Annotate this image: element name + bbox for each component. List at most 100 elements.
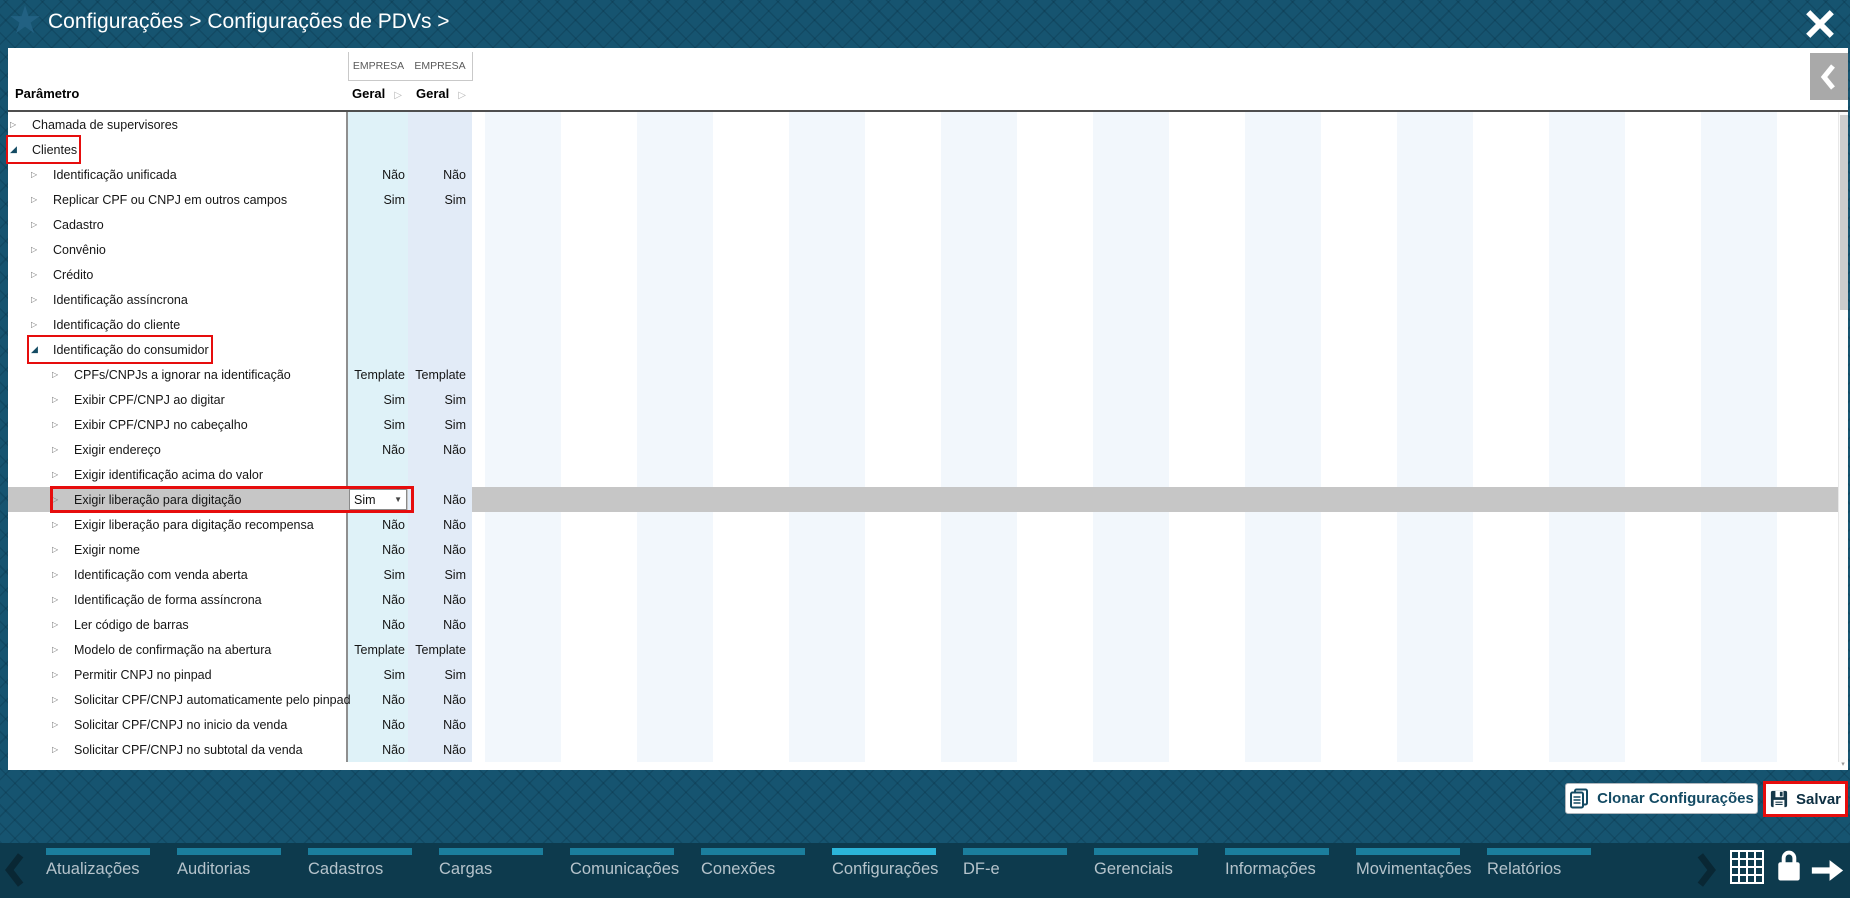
nav-item-gerenciais[interactable]: Gerenciais [1094,848,1198,879]
nav-item-relat-rios[interactable]: Relatórios [1487,848,1591,879]
tree-collapsed-icon[interactable]: ▷ [52,495,64,504]
tree-row[interactable]: ▷ Crédito [8,262,1848,287]
close-icon[interactable] [1806,10,1834,38]
tree-collapsed-icon[interactable]: ▷ [52,620,64,629]
nav-scroll-right-icon[interactable] [1695,853,1717,887]
exit-arrow-icon[interactable] [1810,858,1846,883]
value-cell-2[interactable]: Não [408,512,469,537]
value-cell-1[interactable]: Não [348,687,405,712]
nav-item-atualiza-es[interactable]: Atualizações [46,848,150,879]
tree-row[interactable]: ▷ Exigir nome Não Não [8,537,1848,562]
scrollbar-thumb[interactable] [1840,115,1848,310]
value-dropdown[interactable]: Sim ▼ [349,489,407,510]
nav-item-conex-es[interactable]: Conexões [701,848,805,879]
value-cell-2[interactable]: Sim [408,562,469,587]
tree-collapsed-icon[interactable]: ▷ [31,245,43,254]
value-cell-2[interactable]: Não [408,612,469,637]
value-cell-2[interactable]: Sim [408,412,469,437]
value-cell-2[interactable]: Não [408,687,469,712]
nav-item-cadastros[interactable]: Cadastros [308,848,412,879]
value-cell-1[interactable]: Sim [348,387,405,412]
value-cell-1[interactable]: Sim [348,662,405,687]
tree-row[interactable]: ▷ Identificação de forma assíncrona Não Não [8,587,1848,612]
tree-row[interactable]: ▷ Cadastro [8,212,1848,237]
nav-item-informa-es[interactable]: Informações [1225,848,1329,879]
tree-collapsed-icon[interactable]: ▷ [52,570,64,579]
nav-item-comunica-es[interactable]: Comunicações [570,848,679,879]
tree-collapsed-icon[interactable]: ▷ [31,220,43,229]
tree-collapsed-icon[interactable]: ▷ [52,370,64,379]
tree-collapsed-icon[interactable]: ▷ [31,295,43,304]
tree-row[interactable]: ▷ Permitir CNPJ no pinpad Sim Sim [8,662,1848,687]
geral-column-header[interactable]: Geral ▷ [352,86,402,101]
tree-row[interactable]: ▷ Identificação com venda aberta Sim Sim [8,562,1848,587]
value-cell-1[interactable]: Sim [348,562,405,587]
tree-row[interactable]: ◢ Clientes [5,135,1848,164]
tree-row[interactable]: ▷ Identificação assíncrona [8,287,1848,312]
nav-item-df-e[interactable]: DF-e [963,848,1067,879]
tree-row[interactable]: ▷ Replicar CPF ou CNPJ em outros campos Si… [8,187,1848,212]
tree-collapsed-icon[interactable]: ▷ [52,520,64,529]
tree-row[interactable]: ▷ Solicitar CPF/CNPJ automaticamente pelo… [8,687,1848,712]
value-cell-2[interactable]: Template [408,362,469,387]
tree-row[interactable]: ▷ Ler código de barras Não Não [8,612,1848,637]
collapse-panel-button[interactable] [1810,53,1848,100]
value-cell-2[interactable]: Não [408,487,472,512]
tree-expanded-icon[interactable]: ◢ [10,145,22,154]
nav-scroll-left-icon[interactable] [4,853,26,887]
tree-collapsed-icon[interactable]: ▷ [52,670,64,679]
value-cell-1[interactable]: Não [348,512,405,537]
geral-column-header[interactable]: Geral ▷ [416,86,466,101]
nav-item-configura-es[interactable]: Configurações [832,848,938,879]
tree-row[interactable]: ◢ Identificação do consumidor [8,335,1848,364]
nav-item-auditorias[interactable]: Auditorias [177,848,281,879]
value-cell-2[interactable]: Não [408,437,469,462]
tree-collapsed-icon[interactable]: ▷ [52,695,64,704]
value-cell-1[interactable]: Template [348,637,405,662]
tree-row[interactable]: ▷ Exigir endereço Não Não [8,437,1848,462]
tree-row[interactable]: ▷ Modelo de confirmação na abertura Templa… [8,637,1848,662]
tree-collapsed-icon[interactable]: ▷ [31,195,43,204]
lock-icon[interactable] [1774,849,1804,883]
tree-row[interactable]: ▷ Chamada de supervisores [8,112,1848,137]
tree-collapsed-icon[interactable]: ▷ [52,545,64,554]
value-cell-1[interactable]: Sim [348,187,405,212]
tree-collapsed-icon[interactable]: ▷ [31,170,43,179]
tree-collapsed-icon[interactable]: ▷ [10,120,22,129]
nav-item-movimenta-es[interactable]: Movimentações [1356,848,1472,879]
tree-row[interactable]: ▷ Exibir CPF/CNPJ ao digitar Sim Sim [8,387,1848,412]
tree-collapsed-icon[interactable]: ▷ [31,270,43,279]
value-cell-1[interactable]: Template [348,362,405,387]
value-cell-1[interactable]: Não [348,612,405,637]
tree-row[interactable]: ▷ Exigir identificação acima do valor [8,462,1848,487]
tree-collapsed-icon[interactable]: ▷ [52,645,64,654]
tree-collapsed-icon[interactable]: ▷ [52,745,64,754]
value-cell-1[interactable]: Não [348,437,405,462]
value-cell-2[interactable]: Não [408,737,469,762]
value-cell-1[interactable]: Não [348,537,405,562]
tree-row[interactable]: ▷ CPFs/CNPJs a ignorar na identificação Te… [8,362,1848,387]
tree-row[interactable]: ▷ Exigir liberação para digitação recompe… [8,512,1848,537]
value-cell-2[interactable]: Não [408,537,469,562]
value-cell-2[interactable]: Sim [408,387,469,412]
clone-settings-button[interactable]: Clonar Configurações [1565,783,1758,814]
tree-row[interactable]: ▷ Solicitar CPF/CNPJ no inicio da venda Nã… [8,712,1848,737]
value-cell-1[interactable]: Não [348,587,405,612]
tree-row[interactable]: ▷ Exibir CPF/CNPJ no cabeçalho Sim Sim [8,412,1848,437]
tree-row[interactable]: ▷ Solicitar CPF/CNPJ no subtotal da venda… [8,737,1848,762]
tree-collapsed-icon[interactable]: ▷ [52,395,64,404]
tree-row[interactable]: ▷ Exigir liberação para digitação Sim ▼ Não [8,486,1848,513]
value-cell-2[interactable]: Não [408,587,469,612]
tree-collapsed-icon[interactable]: ▷ [31,320,43,329]
value-cell-2[interactable]: Template [408,637,469,662]
value-cell-2[interactable]: Não [408,712,469,737]
tree-collapsed-icon[interactable]: ▷ [52,595,64,604]
value-cell-2[interactable]: Não [408,162,469,187]
value-cell-1[interactable]: Não [348,162,405,187]
tree-collapsed-icon[interactable]: ▷ [52,420,64,429]
vertical-scrollbar[interactable] [1838,112,1848,762]
nav-item-cargas[interactable]: Cargas [439,848,543,879]
value-cell-1[interactable]: Não [348,737,405,762]
menu-grid-icon[interactable] [1730,850,1764,884]
tree-collapsed-icon[interactable]: ▷ [52,445,64,454]
